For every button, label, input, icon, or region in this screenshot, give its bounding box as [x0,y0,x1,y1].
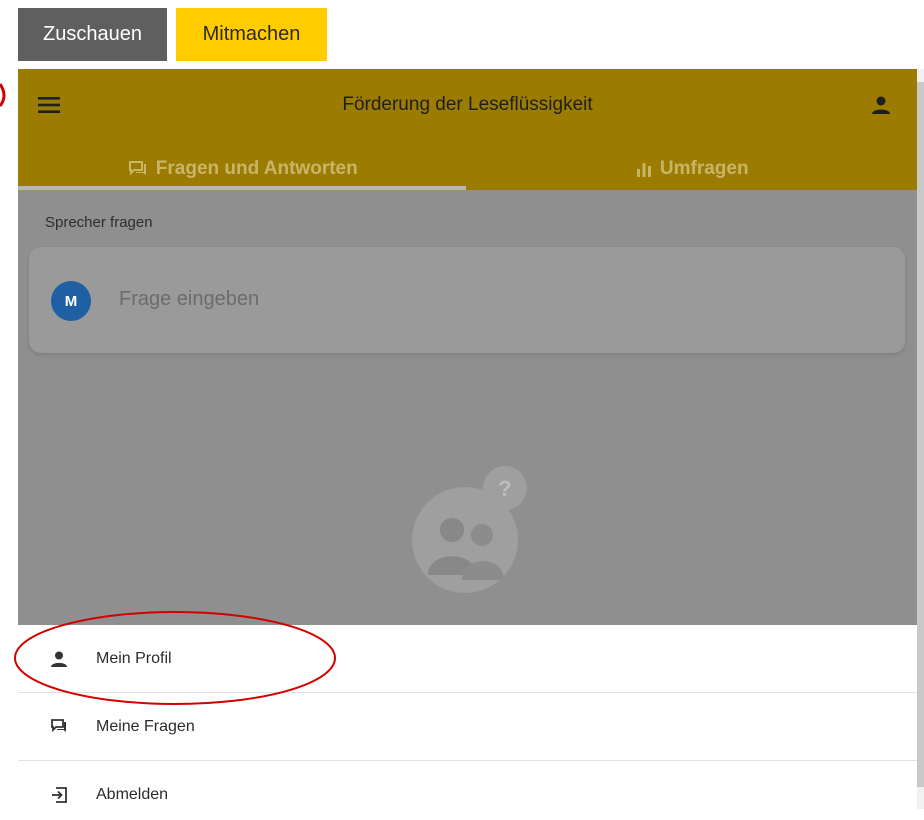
tab-polls-label: Umfragen [659,157,749,179]
person-icon[interactable] [871,95,891,115]
menu-item-label: Meine Fragen [96,717,195,735]
chat-icon [128,160,146,175]
questions-panel: Sprecher fragen M Frage eingeben ? [18,190,917,625]
annotation-arc-fragment [0,83,6,107]
bottom-menu-sheet: Mein Profil Meine Fragen Abmelden [18,625,917,820]
tab-polls[interactable]: Umfragen [468,147,918,190]
logout-icon [52,787,67,803]
menu-item-logout[interactable]: Abmelden [18,761,917,820]
page-title: Förderung der Leseflüssigkeit [342,94,593,115]
tab-bar: Fragen und Antworten Umfragen [18,147,917,190]
bar-chart-icon [636,162,651,177]
menu-item-my-profile[interactable]: Mein Profil [18,625,917,693]
scrollbar-thumb[interactable] [917,82,924,787]
menu-item-label: Mein Profil [96,649,172,667]
app-bar: Förderung der Leseflüssigkeit Fragen und… [18,69,917,190]
person-icon [51,651,67,667]
app-window: Förderung der Leseflüssigkeit Fragen und… [18,69,917,820]
avatar: M [51,281,91,321]
menu-item-label: Abmelden [96,786,169,803]
join-button[interactable]: Mitmachen [176,8,327,61]
tab-questions[interactable]: Fragen und Antworten [18,147,468,190]
svg-text:?: ? [498,476,511,501]
question-input[interactable]: Frage eingeben [119,288,259,311]
tab-questions-label: Fragen und Antworten [155,157,358,179]
menu-item-my-questions[interactable]: Meine Fragen [18,693,917,761]
question-input-card[interactable]: M Frage eingeben [29,247,905,353]
section-label: Sprecher fragen [45,214,153,231]
chat-icon [51,718,66,732]
empty-questions-illustration: ? [412,466,527,593]
watch-button[interactable]: Zuschauen [18,8,167,61]
